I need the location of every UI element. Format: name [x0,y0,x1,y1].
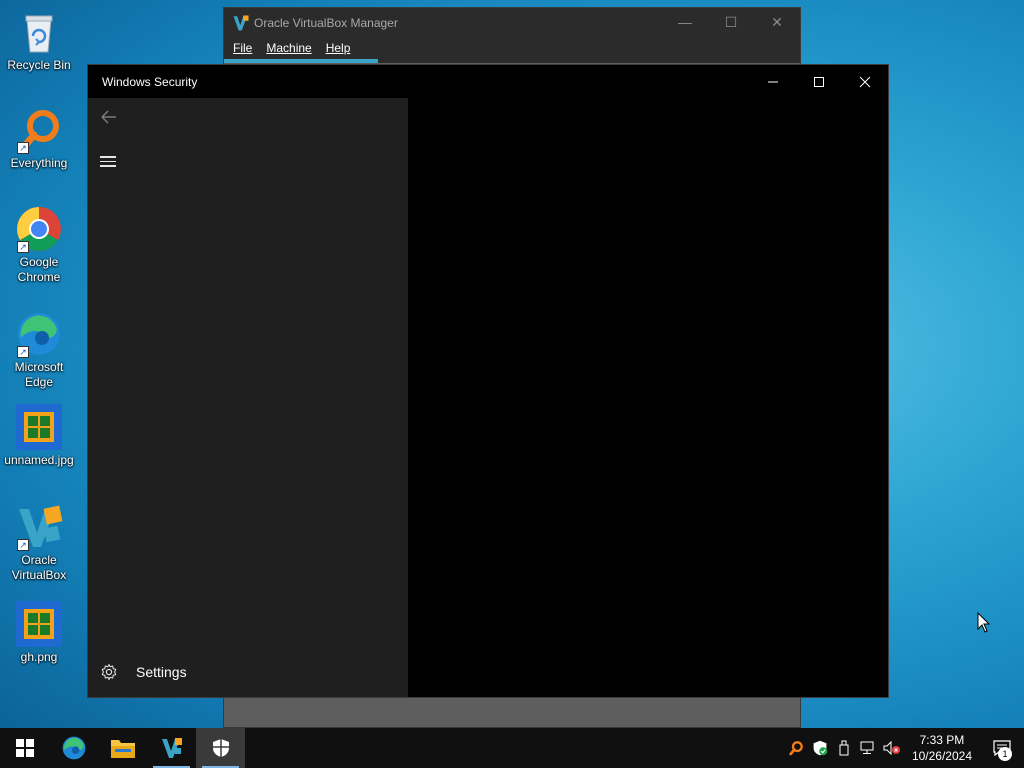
windows-security-sidebar: Settings [88,98,408,697]
tray-usb[interactable] [832,728,856,768]
minimize-button[interactable]: — [662,14,708,31]
action-center-button[interactable]: 1 [980,728,1024,768]
back-button[interactable] [98,106,120,128]
close-button[interactable] [842,65,888,98]
minimize-button[interactable] [750,65,796,98]
security-shield-icon [813,740,828,756]
recycle-bin-icon [15,8,63,56]
desktop-icon-edge[interactable]: ↗ Microsoft Edge [0,310,78,390]
image-file-icon [15,600,63,648]
notification-count-badge: 1 [998,747,1012,761]
virtualbox-window-title: Oracle VirtualBox Manager [254,15,398,30]
shield-icon [212,739,229,757]
windows-security-title-bar[interactable]: Windows Security [88,65,888,98]
folder-icon [110,740,135,758]
virtualbox-toolbar-strip [224,59,800,63]
start-button[interactable] [0,728,49,768]
mouse-cursor-icon [977,611,991,639]
close-icon [859,76,871,87]
windows-logo-icon [15,739,34,757]
desktop-icon-label: Oracle VirtualBox [11,553,67,582]
virtualbox-menu-bar: File Machine Help [224,37,800,59]
tray-network[interactable] [856,728,880,768]
desktop-icon-label: gh.png [20,650,58,664]
menu-file[interactable]: File [233,41,252,55]
desktop-icon-unnamed-jpg[interactable]: unnamed.jpg [0,403,78,468]
desktop-icon-virtualbox[interactable]: ↗ Oracle VirtualBox [0,503,78,583]
maximize-icon [814,76,824,87]
back-arrow-icon [101,110,116,124]
menu-help[interactable]: Help [326,41,351,55]
taskbar-edge[interactable] [49,728,98,768]
volume-muted-icon [883,741,900,755]
tray-everything[interactable] [784,728,808,768]
everything-search-icon [789,741,803,756]
gear-icon [101,664,117,680]
windows-security-title: Windows Security [102,74,198,89]
settings-label: Settings [136,664,187,680]
virtualbox-icon: ↗ [15,503,63,551]
maximize-button[interactable]: ☐ [708,14,754,31]
shortcut-arrow-icon: ↗ [17,346,29,358]
settings-nav-item[interactable]: Settings [100,663,187,681]
minimize-icon [768,81,778,82]
desktop-icon-recycle-bin[interactable]: Recycle Bin [0,8,78,73]
shortcut-arrow-icon: ↗ [17,539,29,551]
taskbar-virtualbox[interactable] [147,728,196,768]
taskbar-windows-security[interactable] [196,728,245,768]
chrome-icon: ↗ [15,205,63,253]
hamburger-menu-button[interactable] [100,156,116,170]
desktop-icon-label: Recycle Bin [7,58,71,72]
desktop-icon-label: Microsoft Edge [14,360,64,389]
usb-drive-icon [839,740,849,756]
system-tray: 7:33 PM 10/26/2024 1 [784,728,1024,768]
edge-icon: ↗ [15,310,63,358]
shortcut-arrow-icon: ↗ [17,241,29,253]
maximize-button[interactable] [796,65,842,98]
taskbar-file-explorer[interactable] [98,728,147,768]
menu-machine[interactable]: Machine [266,41,311,55]
shortcut-arrow-icon: ↗ [17,142,29,154]
close-button[interactable]: ✕ [754,14,800,31]
desktop-icon-label: unnamed.jpg [4,453,74,467]
desktop-icon-gh-png[interactable]: gh.png [0,600,78,665]
edge-icon [62,736,85,760]
tray-volume[interactable] [880,728,904,768]
network-icon [860,741,874,754]
desktop-icon-chrome[interactable]: ↗ Google Chrome [0,205,78,285]
hamburger-icon [100,156,116,158]
windows-security-window[interactable]: Windows Security Settings [87,64,889,698]
virtualbox-title-bar[interactable]: Oracle VirtualBox Manager — ☐ ✕ [224,8,800,37]
desktop-icon-everything[interactable]: ↗ Everything [0,106,78,171]
virtualbox-icon [161,738,182,758]
image-file-icon [15,403,63,451]
tray-windows-security[interactable] [808,728,832,768]
clock-time: 7:33 PM [919,733,965,747]
taskbar-clock[interactable]: 7:33 PM 10/26/2024 [904,732,980,764]
desktop-icon-label: Everything [10,156,68,170]
desktop-icon-label: Google Chrome [17,255,61,284]
taskbar: 7:33 PM 10/26/2024 1 [0,728,1024,768]
virtualbox-icon [232,14,250,32]
clock-date: 10/26/2024 [911,749,972,763]
everything-search-icon: ↗ [15,106,63,154]
